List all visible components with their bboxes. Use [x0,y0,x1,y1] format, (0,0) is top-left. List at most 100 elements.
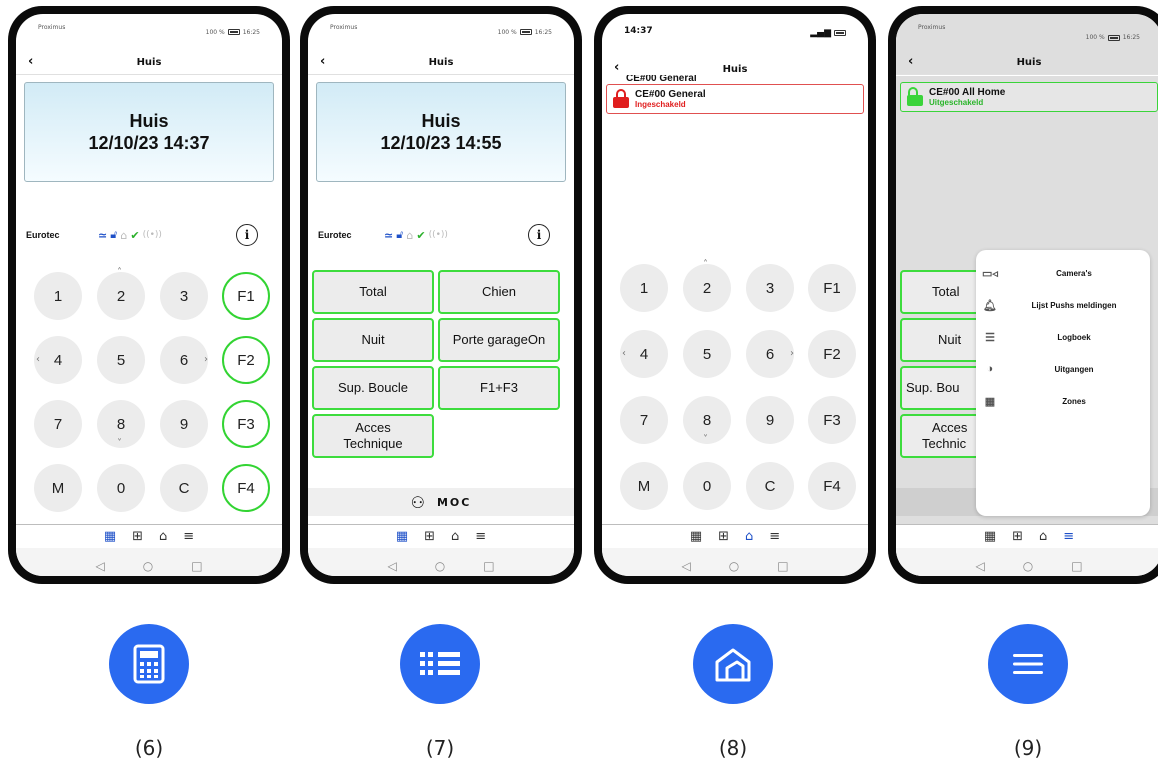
tab-keypad[interactable]: ▦ [690,529,702,544]
key-m[interactable]: M [620,462,668,510]
nav-back-icon[interactable]: ◁ [387,559,396,573]
back-chevron-icon[interactable]: ‹ [320,54,325,69]
key-9[interactable]: 9 [160,400,208,448]
grid-icon: ▦ [984,395,996,408]
zone-row[interactable]: CE#00 General Ingeschakeld [606,84,864,114]
zone-name: CE#00 General [635,89,706,100]
info-button[interactable]: i [236,224,258,246]
macro-acces-technique-button[interactable]: Acces Technique [312,414,434,458]
key-4[interactable]: 4 [34,336,82,384]
moc-bar[interactable]: ⚇ MOC [308,488,574,516]
tab-zones[interactable]: ⌂ [451,529,459,544]
menu-item-logbook[interactable]: ☰ Logboek [976,322,1150,352]
key-f3[interactable]: F3 [222,400,270,448]
tab-zones[interactable]: ⌂ [745,529,753,544]
menu-item-cameras[interactable]: ▭◃ Camera's [976,258,1150,288]
key-1[interactable]: 1 [620,264,668,312]
key-m[interactable]: M [34,464,82,512]
tab-macros[interactable]: ⊞ [424,529,435,544]
tab-keypad[interactable]: ▦ [396,529,408,544]
tab-bar: ▦ ⊞ ⌂ ≡ [896,524,1158,548]
key-f1[interactable]: F1 [808,264,856,312]
key-6[interactable]: 6 [160,336,208,384]
key-f4[interactable]: F4 [808,462,856,510]
tab-zones[interactable]: ⌂ [159,529,167,544]
tab-zones[interactable]: ⌂ [1039,529,1047,544]
page-title: Huis [428,57,454,68]
tab-macros[interactable]: ⊞ [132,529,143,544]
menu-item-push-notifications[interactable]: 🔔︎ Lijst Pushs meldingen [976,290,1150,320]
back-chevron-icon[interactable]: ‹ [614,60,619,75]
screen-macros: Proximus 100 % 16:25 ‹ Huis Huis 12/10/23… [308,14,574,576]
key-f2[interactable]: F2 [222,336,270,384]
arrow-left-icon: ‹ [622,348,626,359]
key-4[interactable]: 4 [620,330,668,378]
key-0[interactable]: 0 [97,464,145,512]
key-6[interactable]: 6 [746,330,794,378]
key-2[interactable]: 2 [97,272,145,320]
key-7[interactable]: 7 [34,400,82,448]
status-row: Eurotec ≃ 🔓︎ ⌂ ✔ ((•)) i [16,220,282,250]
menu-item-zones[interactable]: ▦ Zones [976,386,1150,416]
lcd-line-2: 12/10/23 14:37 [88,133,210,153]
key-f4[interactable]: F4 [222,464,270,512]
tab-menu[interactable]: ≡ [769,529,780,544]
key-c[interactable]: C [160,464,208,512]
key-f1[interactable]: F1 [222,272,270,320]
key-2[interactable]: 2 [683,264,731,312]
macro-chien-button[interactable]: Chien [438,270,560,314]
signal-icon: ▂▄▆ [810,28,831,38]
back-chevron-icon[interactable]: ‹ [28,54,33,69]
tab-menu[interactable]: ≡ [1063,529,1074,544]
key-0[interactable]: 0 [683,462,731,510]
key-f3[interactable]: F3 [808,396,856,444]
user-gear-icon: ⚇ [410,492,427,512]
key-3[interactable]: 3 [746,264,794,312]
key-1[interactable]: 1 [34,272,82,320]
phone-screen-9: Proximus 100 % 16:25 ‹ Huis CE#00 All Hom… [888,6,1158,584]
nav-home-icon[interactable]: ○ [143,559,153,573]
key-f2[interactable]: F2 [808,330,856,378]
unlocked-icon [907,87,923,107]
nav-recents-icon[interactable]: □ [191,559,202,573]
phone-screen-6: Proximus 100 % 16:25 ‹ Huis Huis 12/10/23… [8,6,290,584]
menu-popup: ▭◃ Camera's 🔔︎ Lijst Pushs meldingen ☰ L… [976,250,1150,516]
nav-home-icon[interactable]: ○ [435,559,445,573]
tab-macros[interactable]: ⊞ [718,529,729,544]
info-button[interactable]: i [528,224,550,246]
unlocked-icon: 🔓︎ [396,228,404,241]
nav-recents-icon[interactable]: □ [777,559,788,573]
nav-back-icon[interactable]: ◁ [681,559,690,573]
tab-macros[interactable]: ⊞ [1012,529,1023,544]
nav-home-icon[interactable]: ○ [729,559,739,573]
back-chevron-icon[interactable]: ‹ [908,54,913,69]
tab-keypad[interactable]: ▦ [104,529,116,544]
unlocked-icon: 🔓︎ [110,228,118,241]
caption-6: (6) [134,736,164,760]
macro-nuit-button[interactable]: Nuit [312,318,434,362]
macro-porte-garage-button[interactable]: Porte garageOn [438,318,560,362]
key-7[interactable]: 7 [620,396,668,444]
key-c[interactable]: C [746,462,794,510]
tab-menu[interactable]: ≡ [183,529,194,544]
nav-back-icon[interactable]: ◁ [95,559,104,573]
nav-recents-icon[interactable]: □ [483,559,494,573]
status-time: 14:37 [624,26,653,36]
macro-f1-f3-button[interactable]: F1+F3 [438,366,560,410]
nav-recents-icon[interactable]: □ [1071,559,1082,573]
lcd-line-1: Huis [129,111,169,131]
key-3[interactable]: 3 [160,272,208,320]
zone-row[interactable]: CE#00 All Home Uitgeschakeld [900,82,1158,112]
menu-item-outputs[interactable]: ◑ Uitgangen [976,354,1150,384]
nav-back-icon[interactable]: ◁ [975,559,984,573]
zone-name-partial: CE#00 General [626,75,697,83]
macro-sup-boucle-button[interactable]: Sup. Boucle [312,366,434,410]
macro-total-button[interactable]: Total [312,270,434,314]
tab-menu[interactable]: ≡ [475,529,486,544]
key-5[interactable]: 5 [97,336,145,384]
nav-home-icon[interactable]: ○ [1023,559,1033,573]
status-bar: Proximus 100 % 16:25 [330,24,552,36]
key-5[interactable]: 5 [683,330,731,378]
key-9[interactable]: 9 [746,396,794,444]
tab-keypad[interactable]: ▦ [984,529,996,544]
